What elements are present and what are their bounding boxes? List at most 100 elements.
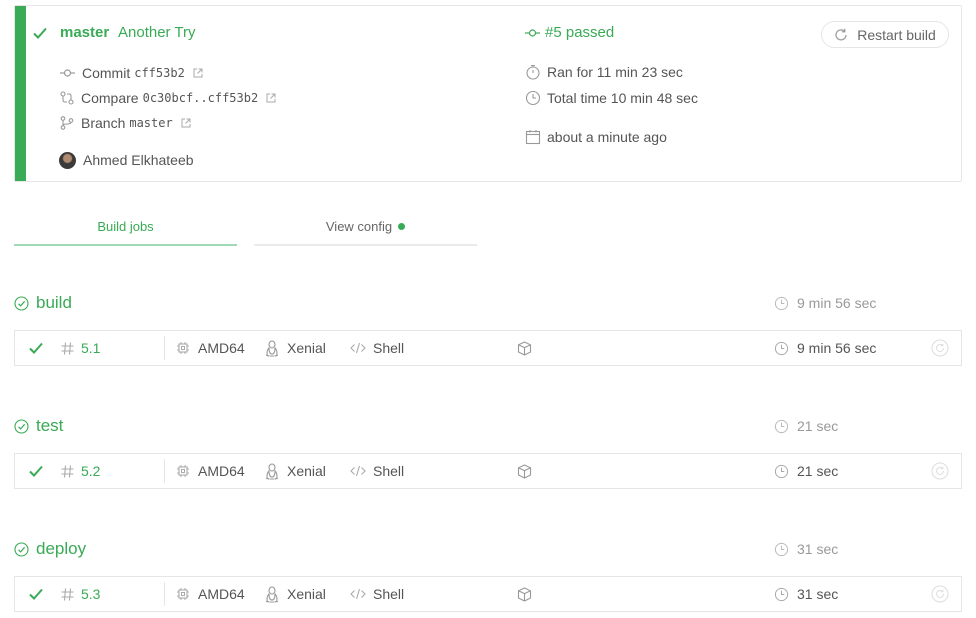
cpu-icon: [176, 464, 190, 478]
job-language: Shell: [350, 454, 404, 488]
external-link-icon[interactable]: [193, 68, 203, 78]
stage-duration: 21 sec: [774, 418, 838, 434]
job-status: [29, 577, 43, 611]
job-number-label: 5.3: [81, 586, 101, 602]
commit-message: Another Try: [118, 24, 196, 41]
check-icon: [29, 588, 43, 600]
hash-icon: [61, 587, 74, 601]
stage-name: deploy: [36, 539, 87, 558]
finished-text: about a minute ago: [547, 129, 667, 145]
external-link-icon[interactable]: [266, 93, 276, 103]
stage-duration-text: 21 sec: [797, 418, 839, 434]
compare-icon: [60, 91, 74, 105]
stopwatch-icon: [525, 64, 541, 80]
tab-build-jobs[interactable]: Build jobs: [14, 219, 237, 246]
restart-build-button[interactable]: Restart build: [821, 21, 949, 48]
job-language-label: Shell: [373, 340, 405, 356]
check-icon: [33, 27, 47, 39]
branch-link[interactable]: master: [60, 24, 109, 41]
clock-icon: [774, 341, 789, 356]
clock-icon: [525, 90, 541, 106]
job-os: Xenial: [265, 454, 326, 488]
clock-icon: [774, 587, 789, 602]
stage-name: test: [36, 416, 64, 435]
branch-label: Branch: [81, 115, 126, 131]
job-row[interactable]: 5.1 AMD64 Xenial Shell 9 min 56 sec: [14, 330, 962, 366]
job-os: Xenial: [265, 577, 326, 611]
job-row[interactable]: 5.3 AMD64 Xenial Shell 31 sec: [14, 576, 962, 612]
ran-for-text: Ran for 11 min 23 sec: [547, 64, 683, 80]
job-duration-text: 21 sec: [797, 463, 839, 479]
author-row: Ahmed Elkhateeb: [59, 151, 194, 169]
branch-row: Branch master: [60, 114, 191, 132]
check-circle-icon: [14, 418, 29, 434]
restart-icon: [931, 585, 949, 603]
cpu-icon: [176, 587, 190, 601]
job-number[interactable]: 5.3: [61, 577, 100, 611]
build-status-label: #5 passed: [545, 24, 615, 41]
job-number-label: 5.1: [81, 340, 101, 356]
commit-row: Commit cff53b2: [60, 64, 203, 82]
job-arch-label: AMD64: [198, 340, 245, 356]
linux-icon: [265, 462, 279, 480]
commit-label: Commit: [82, 65, 131, 81]
external-link-icon[interactable]: [181, 118, 191, 128]
commit-icon: [525, 28, 540, 38]
job-duration-text: 9 min 56 sec: [797, 340, 877, 356]
build-status[interactable]: #5 passed: [525, 24, 614, 41]
clock-icon: [774, 296, 789, 311]
branch-value-link[interactable]: master: [129, 116, 172, 130]
tab-view-config[interactable]: View config: [254, 219, 477, 246]
total-time-text: Total time 10 min 48 sec: [547, 90, 698, 106]
stage-duration: 31 sec: [774, 541, 838, 557]
commit-icon: [60, 68, 75, 78]
job-row[interactable]: 5.2 AMD64 Xenial Shell 21 sec: [14, 453, 962, 489]
job-language: Shell: [350, 577, 404, 611]
restart-icon: [931, 462, 949, 480]
job-os-label: Xenial: [287, 463, 326, 479]
job-arch: AMD64: [176, 331, 245, 365]
job-duration: 21 sec: [774, 454, 838, 488]
job-services: [517, 577, 532, 611]
config-status-dot: [398, 223, 406, 231]
job-language: Shell: [350, 331, 404, 365]
cpu-icon: [176, 341, 190, 355]
stage-header-deploy: deploy: [14, 539, 86, 559]
job-number[interactable]: 5.1: [61, 331, 100, 365]
job-status: [29, 454, 43, 488]
tab-view-config-label: View config: [325, 219, 393, 234]
code-icon: [350, 342, 366, 354]
compare-range-link[interactable]: 0c30bcf..cff53b2: [143, 91, 259, 105]
restart-icon: [834, 28, 848, 42]
clock-icon: [774, 419, 789, 434]
restart-job-button[interactable]: [931, 577, 949, 611]
divider: [164, 459, 165, 483]
finished-row: about a minute ago: [525, 128, 667, 146]
job-duration: 31 sec: [774, 577, 838, 611]
job-services: [517, 454, 532, 488]
check-icon: [29, 342, 43, 354]
job-arch-label: AMD64: [198, 463, 245, 479]
job-number[interactable]: 5.2: [61, 454, 100, 488]
code-icon: [350, 465, 366, 477]
hash-icon: [61, 464, 74, 478]
compare-row: Compare 0c30bcf..cff53b2: [60, 89, 276, 107]
job-language-label: Shell: [373, 586, 405, 602]
job-os-label: Xenial: [287, 586, 326, 602]
total-time-row: Total time 10 min 48 sec: [525, 89, 698, 107]
code-icon: [350, 588, 366, 600]
commit-sha-link[interactable]: cff53b2: [134, 66, 185, 80]
restart-icon: [931, 339, 949, 357]
job-arch: AMD64: [176, 454, 245, 488]
job-number-label: 5.2: [81, 463, 101, 479]
check-circle-icon: [14, 541, 29, 557]
job-arch: AMD64: [176, 577, 245, 611]
check-circle-icon: [14, 295, 29, 311]
restart-job-button[interactable]: [931, 331, 949, 365]
check-icon: [29, 465, 43, 477]
build-summary-card: master Another Try Commit cff53b2 Compar…: [14, 5, 962, 182]
stage-duration-text: 31 sec: [797, 541, 839, 557]
stage-header-test: test: [14, 416, 63, 436]
restart-job-button[interactable]: [931, 454, 949, 488]
tab-build-jobs-label: Build jobs: [97, 219, 154, 234]
